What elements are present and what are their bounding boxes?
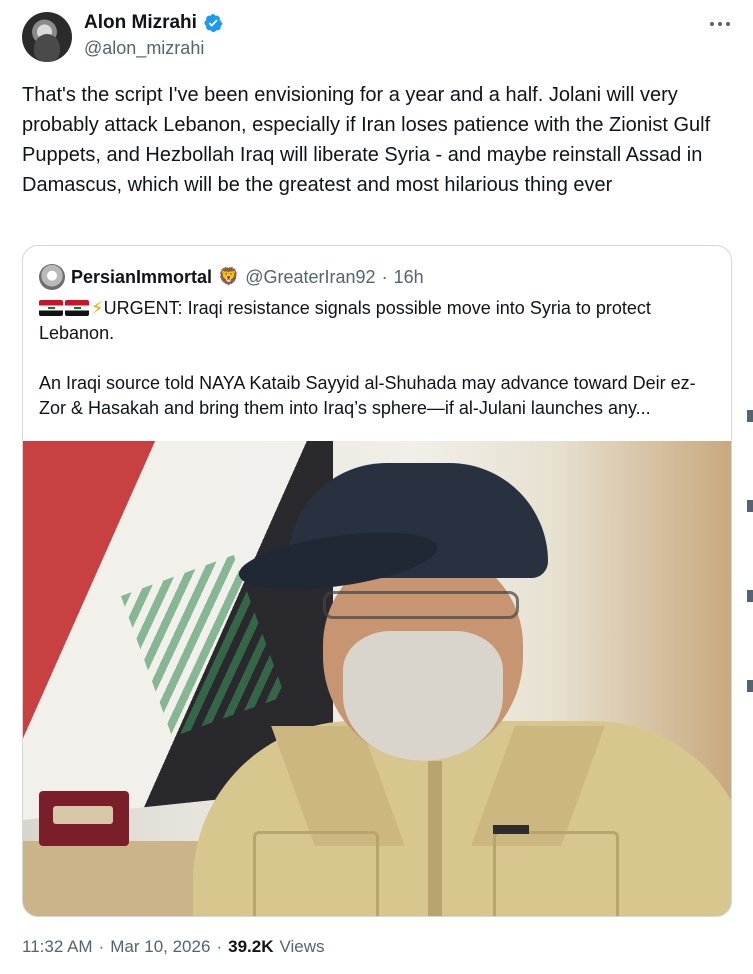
views-count[interactable]: 39.2K	[228, 937, 273, 957]
iraq-flag-icon	[65, 300, 89, 316]
tweet-text: That's the script I've been envisioning …	[22, 84, 716, 196]
author-name[interactable]: Alon Mizrahi	[84, 12, 197, 34]
separator-dot: ·	[381, 266, 388, 287]
quoted-tweet-photo[interactable]	[23, 441, 731, 916]
adjacent-column-edge	[747, 370, 753, 770]
tweet: Alon Mizrahi @alon_mizrahi That's the sc…	[0, 0, 753, 974]
quoted-tweet-text: ⚡URGENT: Iraqi resistance signals possib…	[39, 296, 719, 421]
more-options-icon[interactable]	[704, 14, 736, 34]
author-avatar[interactable]	[22, 12, 72, 62]
tweet-footer: 11:32 AM · Mar 10, 2026 · 39.2K Views	[22, 937, 325, 957]
iraq-flag-icon	[39, 300, 63, 316]
quoted-text-line1: ⚡URGENT: Iraqi resistance signals possib…	[39, 296, 719, 346]
quoted-tweet[interactable]: PersianImmortal 🦁 @GreaterIran92 · 16h ⚡…	[22, 245, 732, 917]
verified-badge-icon[interactable]	[203, 13, 223, 33]
quoted-author-handle[interactable]: @GreaterIran92	[245, 267, 375, 288]
author-handle[interactable]: @alon_mizrahi	[84, 38, 204, 59]
separator-dot: ·	[216, 937, 223, 956]
quoted-author-name[interactable]: PersianImmortal	[71, 267, 212, 288]
lightning-emoji-icon: ⚡	[91, 298, 104, 318]
quoted-author-avatar[interactable]	[39, 264, 65, 290]
lion-emoji-icon: 🦁	[218, 267, 240, 286]
quoted-text-urgent: URGENT: Iraqi resistance signals possibl…	[39, 298, 651, 343]
quoted-text-line2: An Iraqi source told NAYA Kataib Sayyid …	[39, 373, 696, 418]
quoted-tweet-time[interactable]: 16h	[394, 267, 424, 288]
quoted-tweet-header: PersianImmortal 🦁 @GreaterIran92 · 16h	[39, 264, 424, 290]
author-name-row: Alon Mizrahi	[84, 12, 223, 34]
separator-dot: ·	[98, 937, 105, 956]
views-label: Views	[279, 937, 325, 956]
tweet-date[interactable]: Mar 10, 2026	[110, 937, 210, 957]
tweet-time[interactable]: 11:32 AM	[22, 937, 93, 957]
